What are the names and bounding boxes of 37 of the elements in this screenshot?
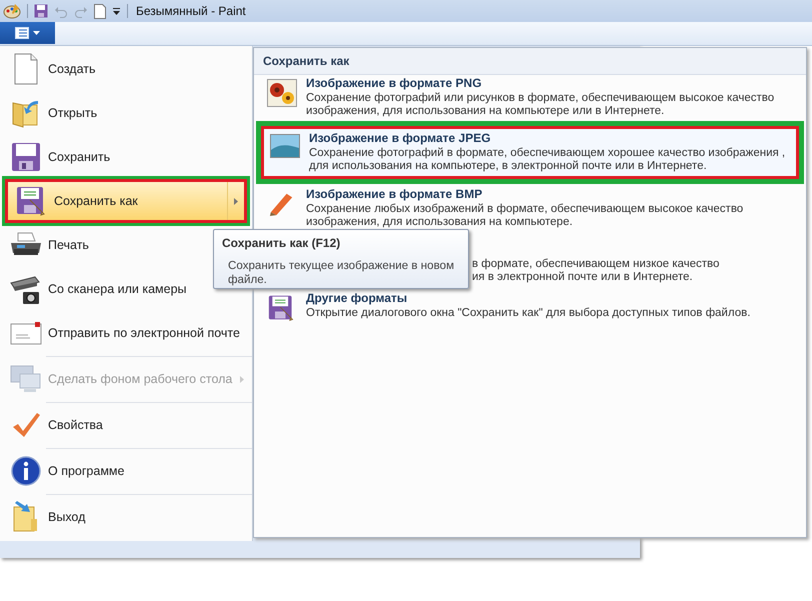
format-option[interactable]: Другие форматы Открытие диалогового окна "Сохранить как" для выбора доступных типов файлов.	[258, 290, 802, 324]
paint-palette-icon[interactable]	[3, 3, 21, 19]
menu-item[interactable]: Печать	[2, 223, 95, 267]
caret-icon	[33, 31, 40, 35]
menu-item[interactable]: Сохранить как	[8, 182, 244, 220]
menu-item[interactable]: Отправить по электронной почте	[2, 311, 246, 355]
info-icon	[11, 456, 41, 486]
menu-item[interactable]: Выход	[2, 495, 92, 539]
menu-item[interactable]: Сохранить	[2, 135, 116, 179]
menu-item[interactable]: Со сканера или камеры	[2, 267, 193, 311]
new-document-icon[interactable]	[94, 4, 106, 18]
floppy-pencil-icon	[16, 186, 48, 216]
dropdown-icon[interactable]	[112, 6, 121, 16]
monitor-icon	[10, 364, 42, 394]
landscape-photo-icon	[270, 134, 300, 158]
menu-item[interactable]: Создать	[2, 47, 102, 91]
tooltip-title: Сохранить как (F12)	[222, 236, 342, 250]
menu-item[interactable]: Открыть	[2, 91, 104, 135]
menu-item[interactable]: Свойства	[2, 403, 109, 447]
panel-heading: Сохранить как	[254, 48, 806, 75]
document-icon	[13, 53, 39, 85]
tooltip-text: Сохранить текущее изображение в новом файле.	[227, 259, 456, 287]
option-description: ия в электронной почте или в Интернете.	[472, 271, 694, 284]
submenu-arrow-icon	[240, 376, 244, 382]
checkmark-icon	[11, 411, 41, 439]
menu-item[interactable]: О программе	[2, 449, 130, 493]
save-icon[interactable]	[34, 4, 48, 18]
file-menu-button[interactable]	[0, 22, 55, 44]
floppy-pencil-icon	[268, 294, 296, 322]
format-option[interactable]: Изображение в формате BMP Сохранение любых изображений в формате, обеспечивающем высокое качество изображения, для использования на компьютере.	[258, 186, 802, 231]
menu-icon	[15, 27, 29, 39]
window-title: Безымянный - Paint	[136, 4, 246, 18]
submenu-arrow-icon	[234, 198, 238, 204]
format-option[interactable]: Изображение в формате PNG Сохранение фотографий или рисунков в формате, обеспечивающем высокое качество изображения, для использования на компьютере или в Интернете.	[258, 75, 802, 120]
option-description: в формате, обеспечивающем низкое качество	[472, 258, 720, 271]
envelope-icon	[10, 321, 42, 345]
flower-photo-icon	[267, 79, 297, 107]
